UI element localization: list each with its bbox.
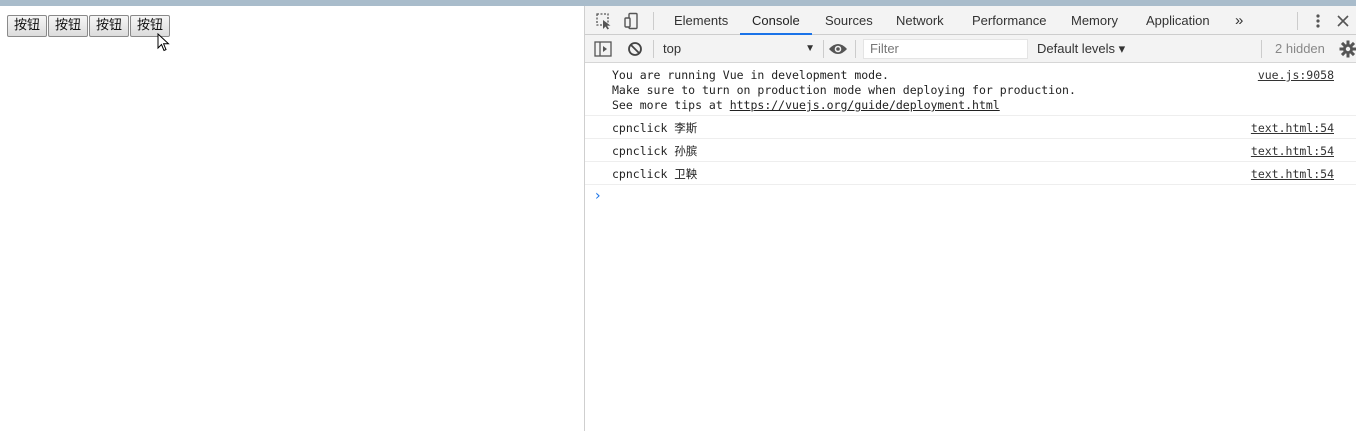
divider [823,40,824,58]
hidden-messages-count: 2 hidden [1275,41,1325,56]
source-link-log-1[interactable]: text.html:54 [1251,121,1334,136]
vue-line-2: Make sure to turn on production mode whe… [612,83,1076,97]
filter-input[interactable]: Filter [863,39,1028,59]
tab-sources[interactable]: Sources [825,6,873,35]
settings-gear-icon[interactable] [1339,40,1356,58]
divider [855,40,856,58]
tab-elements[interactable]: Elements [674,6,728,35]
tab-performance[interactable]: Performance [972,6,1046,35]
kebab-menu-icon[interactable] [1311,12,1325,30]
context-value: top [663,41,682,56]
log-text-3: cpnclick 卫鞅 [612,167,698,181]
context-selector[interactable]: top ▼ [663,40,815,58]
vue-deployment-link[interactable]: https://vuejs.org/guide/deployment.html [730,98,1000,112]
console-message-log-2: cpnclick 孙膑 text.html:54 [585,139,1356,162]
sidebar-toggle-icon[interactable] [594,41,612,57]
console-output: You are running Vue in development mode.… [585,63,1356,204]
divider [1261,40,1262,58]
source-link-log-2[interactable]: text.html:54 [1251,144,1334,159]
devtools-panel: Elements Console Sources Network Perform… [584,6,1356,431]
tab-memory[interactable]: Memory [1071,6,1118,35]
vue-line-3-text: See more tips at [612,98,730,112]
page-button-2[interactable]: 按钮 [48,15,89,37]
console-toolbar: top ▼ Filter Default levels ▾ 2 hidden [585,35,1356,63]
log-text-2: cpnclick 孙膑 [612,144,698,158]
source-link-log-3[interactable]: text.html:54 [1251,167,1334,182]
button-row: 按钮 按钮 按钮 按钮 [7,15,171,37]
console-message-log-3: cpnclick 卫鞅 text.html:54 [585,162,1356,185]
divider [653,12,654,30]
tab-console[interactable]: Console [740,6,812,35]
web-page: 按钮 按钮 按钮 按钮 [0,6,584,431]
clear-console-icon[interactable] [627,41,643,57]
more-tabs-button[interactable]: » [1235,6,1243,35]
devtools-tabbar: Elements Console Sources Network Perform… [585,6,1356,35]
inspect-element-icon[interactable] [595,12,613,30]
source-link-vue[interactable]: vue.js:9058 [1258,68,1334,83]
mouse-cursor-icon [157,33,170,52]
eye-icon[interactable] [828,42,848,56]
caret-down-icon: ▼ [805,43,815,54]
log-levels-dropdown[interactable]: Default levels ▾ [1037,40,1125,58]
divider [653,40,654,58]
console-message-vue: You are running Vue in development mode.… [585,63,1356,116]
divider [1297,12,1298,30]
page-button-3[interactable]: 按钮 [89,15,130,37]
tab-application[interactable]: Application [1146,6,1210,35]
tab-network[interactable]: Network [896,6,944,35]
console-prompt-icon[interactable]: › [585,185,1356,204]
vue-line-1: You are running Vue in development mode. [612,68,889,82]
device-toolbar-icon[interactable] [623,12,641,30]
console-message-log-1: cpnclick 李斯 text.html:54 [585,116,1356,139]
close-icon[interactable] [1335,12,1351,30]
log-text-1: cpnclick 李斯 [612,121,698,135]
page-button-1[interactable]: 按钮 [7,15,48,37]
vue-line-3: See more tips at https://vuejs.org/guide… [612,98,1356,113]
